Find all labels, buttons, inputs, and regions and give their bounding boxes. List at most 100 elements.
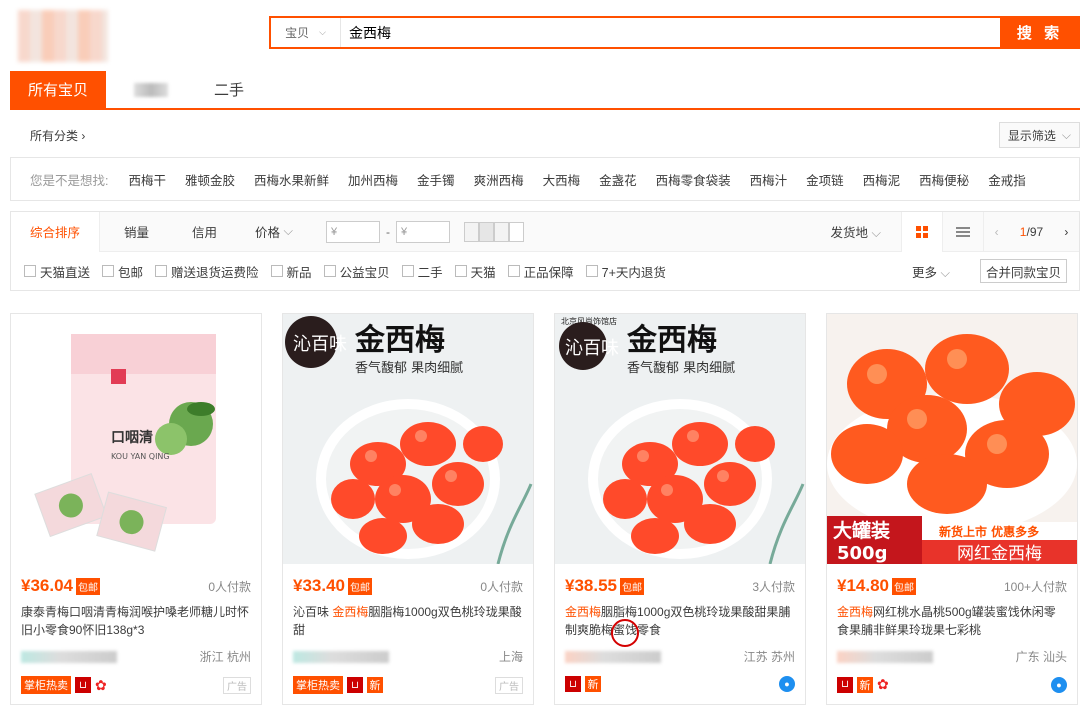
- free-shipping-badge: 包邮: [76, 577, 100, 595]
- shop-name-link[interactable]: [21, 650, 117, 663]
- suggestion-item[interactable]: 西梅便秘: [919, 170, 969, 189]
- new-tag[interactable]: 新: [367, 677, 383, 693]
- prev-page-icon[interactable]: ‹: [995, 225, 999, 239]
- new-tag[interactable]: 新: [585, 676, 601, 692]
- product-image[interactable]: 沁百味 金西梅 香气馥郁 果肉细腻: [283, 314, 533, 564]
- wangwang-chat-icon[interactable]: ●: [779, 676, 795, 692]
- free-shipping-badge: 包邮: [892, 577, 916, 595]
- price-range-slider[interactable]: [464, 221, 525, 242]
- checkbox-charity[interactable]: 公益宝贝: [323, 262, 390, 281]
- price-to-input[interactable]: ¥: [396, 220, 451, 243]
- all-categories-link[interactable]: 所有分类 ›: [10, 127, 85, 144]
- suggestion-item[interactable]: 金戒指: [988, 170, 1026, 189]
- sort-default[interactable]: 综合排序: [11, 211, 101, 252]
- ship-from-select[interactable]: 发货地 ⌵: [811, 222, 901, 241]
- checkbox-7day-return[interactable]: 7+天内退货: [585, 262, 666, 281]
- free-shipping-badge: 包邮: [620, 577, 644, 595]
- tab-second-hand[interactable]: 二手: [196, 71, 262, 108]
- product-image[interactable]: 北京风尚饰馆店 沁百味 金西梅 香气馥郁 果肉细腻: [555, 314, 805, 564]
- chevron-down-icon: ⌵: [871, 226, 881, 240]
- price-from-input[interactable]: ¥: [326, 220, 381, 243]
- product-grid: 口咽清 KOU YAN QING ¥36.04 包邮 0人付款 康泰青梅口咽清青…: [10, 313, 1078, 705]
- more-filters-button[interactable]: 更多 ⌵: [912, 262, 950, 281]
- pack-name-text: 口咽清: [111, 429, 153, 446]
- sort-filter-panel: 综合排序 销量 信用 价格 ⌵ ¥ - ¥ 发货地 ⌵ ‹ 1/97 › 天猫直…: [10, 211, 1080, 291]
- product-price: ¥14.80: [837, 576, 889, 595]
- suggestion-item[interactable]: 西梅水果新鲜: [254, 170, 329, 189]
- tab-all-items[interactable]: 所有宝贝: [10, 71, 107, 108]
- product-card[interactable]: 大罐装 500g 新货上市 优惠多多 网红金西梅 ¥14.80 包邮 100+人…: [826, 313, 1078, 705]
- image-subtitle-text: 香气馥郁 果肉细腻: [355, 360, 463, 376]
- search-category-label: 宝贝: [285, 26, 310, 40]
- suggestion-item[interactable]: 爽洲西梅: [474, 170, 524, 189]
- product-title[interactable]: 金西梅胭脂梅1000g双色桃玲珑果酸甜果脯制爽脆梅蜜饯零食: [565, 603, 795, 639]
- checkbox-tmall-direct[interactable]: 天猫直送: [24, 262, 90, 281]
- product-title[interactable]: 沁百味 金西梅胭脂梅1000g双色桃玲珑果酸甜: [293, 603, 523, 639]
- chevron-down-icon: ⌵: [319, 27, 326, 37]
- tab-tmall[interactable]: [106, 71, 196, 108]
- product-image[interactable]: 口咽清 KOU YAN QING: [11, 314, 261, 564]
- product-price: ¥36.04: [21, 576, 73, 595]
- product-card[interactable]: 北京风尚饰馆店 沁百味 金西梅 香气馥郁 果肉细腻 ¥38.55 包邮 3人付款…: [554, 313, 806, 705]
- rose-icon[interactable]: ✿: [877, 676, 889, 693]
- checkbox-new[interactable]: 新品: [270, 262, 312, 281]
- product-title[interactable]: 金西梅网红桃水晶桃500g罐装蜜饯休闲零食果脯非鲜果玲珑果七彩桃: [837, 603, 1067, 639]
- suggestion-item[interactable]: 大西梅: [543, 170, 581, 189]
- tmall-icon[interactable]: ⊔: [347, 677, 363, 693]
- merge-same-items-button[interactable]: 合并同款宝贝: [979, 259, 1067, 283]
- suggestion-item[interactable]: 西梅汁: [750, 170, 788, 189]
- product-location: 江苏 苏州: [743, 650, 795, 664]
- suggestion-item[interactable]: 西梅零食袋装: [656, 170, 731, 189]
- ad-label: 广告: [223, 676, 251, 694]
- search-input[interactable]: [341, 18, 1000, 47]
- banner-big-can: 大罐装: [833, 519, 890, 542]
- tmall-icon[interactable]: ⊔: [75, 677, 91, 693]
- suggestion-item[interactable]: 金项链: [806, 170, 844, 189]
- shop-name-link[interactable]: [565, 650, 661, 663]
- new-tag[interactable]: 新: [857, 676, 873, 693]
- site-logo[interactable]: [18, 10, 108, 62]
- sort-sales[interactable]: 销量: [100, 212, 173, 252]
- suggestion-item[interactable]: 西梅泥: [863, 170, 901, 189]
- wangwang-chat-icon[interactable]: ●: [1051, 676, 1067, 693]
- product-card[interactable]: 沁百味 金西梅 香气馥郁 果肉细腻 ¥33.40 包邮 0人付款 沁百味 金西梅…: [282, 313, 534, 705]
- checkbox-genuine[interactable]: 正品保障: [507, 262, 574, 281]
- brand-seal-text: 沁百味: [565, 338, 619, 359]
- banner-weight: 500g: [837, 543, 887, 564]
- product-image[interactable]: 大罐装 500g 新货上市 优惠多多 网红金西梅: [827, 314, 1077, 564]
- show-filter-button[interactable]: 显示筛选 ⌵: [998, 122, 1080, 148]
- checkbox-tmall[interactable]: 天猫: [454, 262, 496, 281]
- search-button[interactable]: 搜 索: [1000, 16, 1080, 49]
- shop-name-link[interactable]: [293, 650, 389, 663]
- image-subtitle-text: 香气馥郁 果肉细腻: [627, 360, 735, 376]
- hot-seller-tag[interactable]: 掌柜热卖: [293, 676, 343, 694]
- product-title[interactable]: 康泰青梅口咽清青梅润喉护嗓老师糖儿时怀旧小零食90怀旧138g*3: [21, 603, 251, 639]
- rose-icon[interactable]: ✿: [95, 677, 107, 694]
- free-shipping-badge: 包邮: [348, 577, 372, 595]
- suggestion-item[interactable]: 金手镯: [417, 170, 455, 189]
- product-card[interactable]: 口咽清 KOU YAN QING ¥36.04 包邮 0人付款 康泰青梅口咽清青…: [10, 313, 262, 705]
- hot-seller-tag[interactable]: 掌柜热卖: [21, 676, 71, 694]
- filter-checkbox-row: 天猫直送 包邮 赠送退货运费险 新品 公益宝贝 二手 天猫 正品保障 7+天内退…: [11, 252, 1079, 290]
- product-price: ¥38.55: [565, 576, 617, 595]
- search-category-select[interactable]: 宝贝 ⌵: [271, 18, 341, 47]
- checkbox-free-shipping[interactable]: 包邮: [102, 262, 143, 281]
- sort-credit[interactable]: 信用: [173, 212, 236, 252]
- suggestion-item[interactable]: 雅顿金胶: [185, 170, 235, 189]
- shop-name-link[interactable]: [837, 650, 933, 663]
- suggestions-bar: 您是不是想找: 西梅干 雅顿金胶 西梅水果新鲜 加州西梅 金手镯 爽洲西梅 大西…: [10, 157, 1080, 201]
- page-total: /97: [1026, 224, 1044, 239]
- product-location: 广东 汕头: [1015, 650, 1067, 664]
- suggestion-item[interactable]: 加州西梅: [348, 170, 398, 189]
- tmall-icon[interactable]: ⊔: [565, 676, 581, 692]
- tmall-icon[interactable]: ⊔: [837, 676, 853, 693]
- grid-view-button[interactable]: [901, 211, 942, 252]
- mini-pager: ‹ 1/97 ›: [983, 211, 1079, 252]
- checkbox-return-insurance[interactable]: 赠送退货运费险: [155, 262, 259, 281]
- next-page-icon[interactable]: ›: [1064, 225, 1068, 239]
- checkbox-second-hand[interactable]: 二手: [401, 262, 443, 281]
- suggestion-item[interactable]: 金盏花: [599, 170, 637, 189]
- suggestion-item[interactable]: 西梅干: [128, 170, 166, 189]
- list-view-button[interactable]: [942, 211, 983, 252]
- sort-price[interactable]: 价格 ⌵: [236, 212, 312, 252]
